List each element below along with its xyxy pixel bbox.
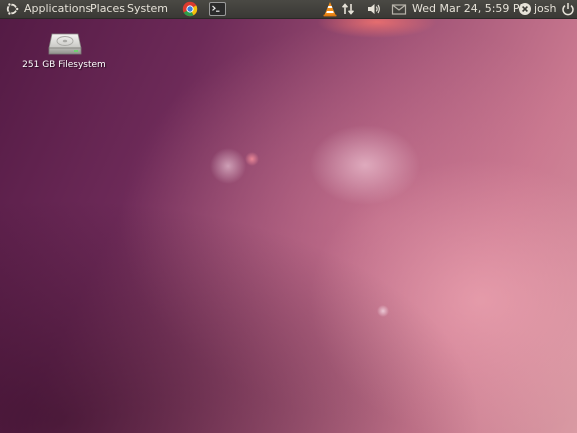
vlc-icon[interactable] [322,1,338,17]
applications-menu[interactable]: Applications [24,0,91,18]
user-name[interactable]: josh [534,0,557,18]
places-menu[interactable]: Places [90,0,125,18]
ubuntu-logo-icon[interactable] [4,1,20,17]
volume-icon[interactable] [366,1,382,17]
user-status-icon[interactable] [518,2,532,16]
desktop-screen: Applications Places System Wed Mar 24, 5… [0,0,577,433]
mail-icon[interactable] [391,1,407,17]
top-panel: Applications Places System Wed Mar 24, 5… [0,0,577,19]
desktop-icon-filesystem[interactable]: 251 GB Filesystem [14,28,114,76]
network-icon[interactable] [340,1,356,17]
terminal-icon[interactable] [209,1,226,17]
system-menu[interactable]: System [127,0,168,18]
chrome-icon[interactable] [182,1,198,17]
power-icon[interactable] [560,1,576,17]
clock[interactable]: Wed Mar 24, 5:59 PM [412,0,529,18]
desktop-icon-label: 251 GB Filesystem [22,60,106,70]
hard-drive-icon [48,28,82,56]
